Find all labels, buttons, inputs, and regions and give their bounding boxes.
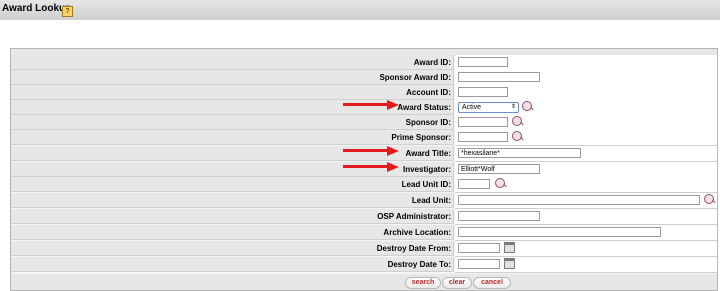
destroy-date-to-input[interactable] (458, 259, 500, 269)
destroy-date-from-label: Destroy Date From: (11, 241, 454, 256)
clear-button[interactable]: clear (442, 277, 472, 289)
sponsor-id-label: Sponsor ID: (11, 115, 454, 130)
row-account-id: Account ID: (11, 85, 717, 101)
archive-location-input[interactable] (458, 227, 661, 237)
award-title-arrow-icon (343, 146, 399, 156)
award-status-value: Active (462, 104, 482, 111)
row-destroy-date-to: Destroy Date To: (11, 257, 717, 273)
sponsor-award-id-input[interactable] (458, 72, 540, 82)
lead-unit-id-lookup-icon[interactable] (495, 178, 505, 188)
lead-unit-input[interactable] (458, 195, 700, 205)
button-row: search clear cancel (11, 274, 717, 290)
help-icon[interactable]: ? (62, 6, 73, 17)
sponsor-id-input[interactable] (458, 117, 508, 127)
account-id-input[interactable] (458, 87, 508, 97)
sponsor-award-id-label: Sponsor Award ID: (11, 70, 454, 85)
select-arrows-icon: ⇕ (510, 104, 516, 110)
row-lead-unit-id: Lead Unit ID: (11, 177, 717, 193)
award-status-select[interactable]: Active ⇕ (458, 102, 519, 113)
award-status-lookup-icon[interactable] (522, 101, 532, 111)
award-id-input[interactable] (458, 57, 508, 67)
award-status-arrow-icon (343, 100, 399, 110)
destroy-date-to-calendar-icon[interactable] (504, 258, 515, 269)
destroy-date-to-label: Destroy Date To: (11, 257, 454, 272)
page-title: Award Lookup (2, 3, 72, 14)
row-sponsor-award-id: Sponsor Award ID: (11, 70, 717, 86)
award-id-label: Award ID: (11, 55, 454, 70)
archive-location-label: Archive Location: (11, 225, 454, 240)
lead-unit-id-input[interactable] (458, 179, 490, 189)
row-destroy-date-from: Destroy Date From: (11, 241, 717, 257)
prime-sponsor-input[interactable] (458, 132, 508, 142)
row-lead-unit: Lead Unit: (11, 193, 717, 209)
prime-sponsor-lookup-icon[interactable] (512, 131, 522, 141)
row-award-id: Award ID: (11, 55, 717, 71)
row-sponsor-id: Sponsor ID: (11, 115, 717, 131)
account-id-label: Account ID: (11, 85, 454, 100)
row-osp-administrator: OSP Administrator: (11, 209, 717, 225)
award-title-input[interactable]: *hexasilane* (458, 148, 581, 158)
lead-unit-id-label: Lead Unit ID: (11, 177, 454, 192)
destroy-date-from-input[interactable] (458, 243, 500, 253)
row-prime-sponsor: Prime Sponsor: (11, 130, 717, 146)
cancel-button[interactable]: cancel (473, 277, 511, 289)
row-archive-location: Archive Location: (11, 225, 717, 241)
sponsor-id-lookup-icon[interactable] (512, 116, 522, 126)
investigator-arrow-icon (343, 162, 399, 172)
destroy-date-from-calendar-icon[interactable] (504, 242, 515, 253)
lead-unit-lookup-icon[interactable] (704, 194, 714, 204)
investigator-input[interactable]: Elliott*Wolf (458, 164, 540, 174)
search-button[interactable]: search (405, 277, 441, 289)
osp-administrator-label: OSP Administrator: (11, 209, 454, 224)
prime-sponsor-label: Prime Sponsor: (11, 130, 454, 145)
osp-administrator-input[interactable] (458, 211, 540, 221)
lead-unit-label: Lead Unit: (11, 193, 454, 208)
title-bar: Award Lookup ? (0, 0, 720, 20)
